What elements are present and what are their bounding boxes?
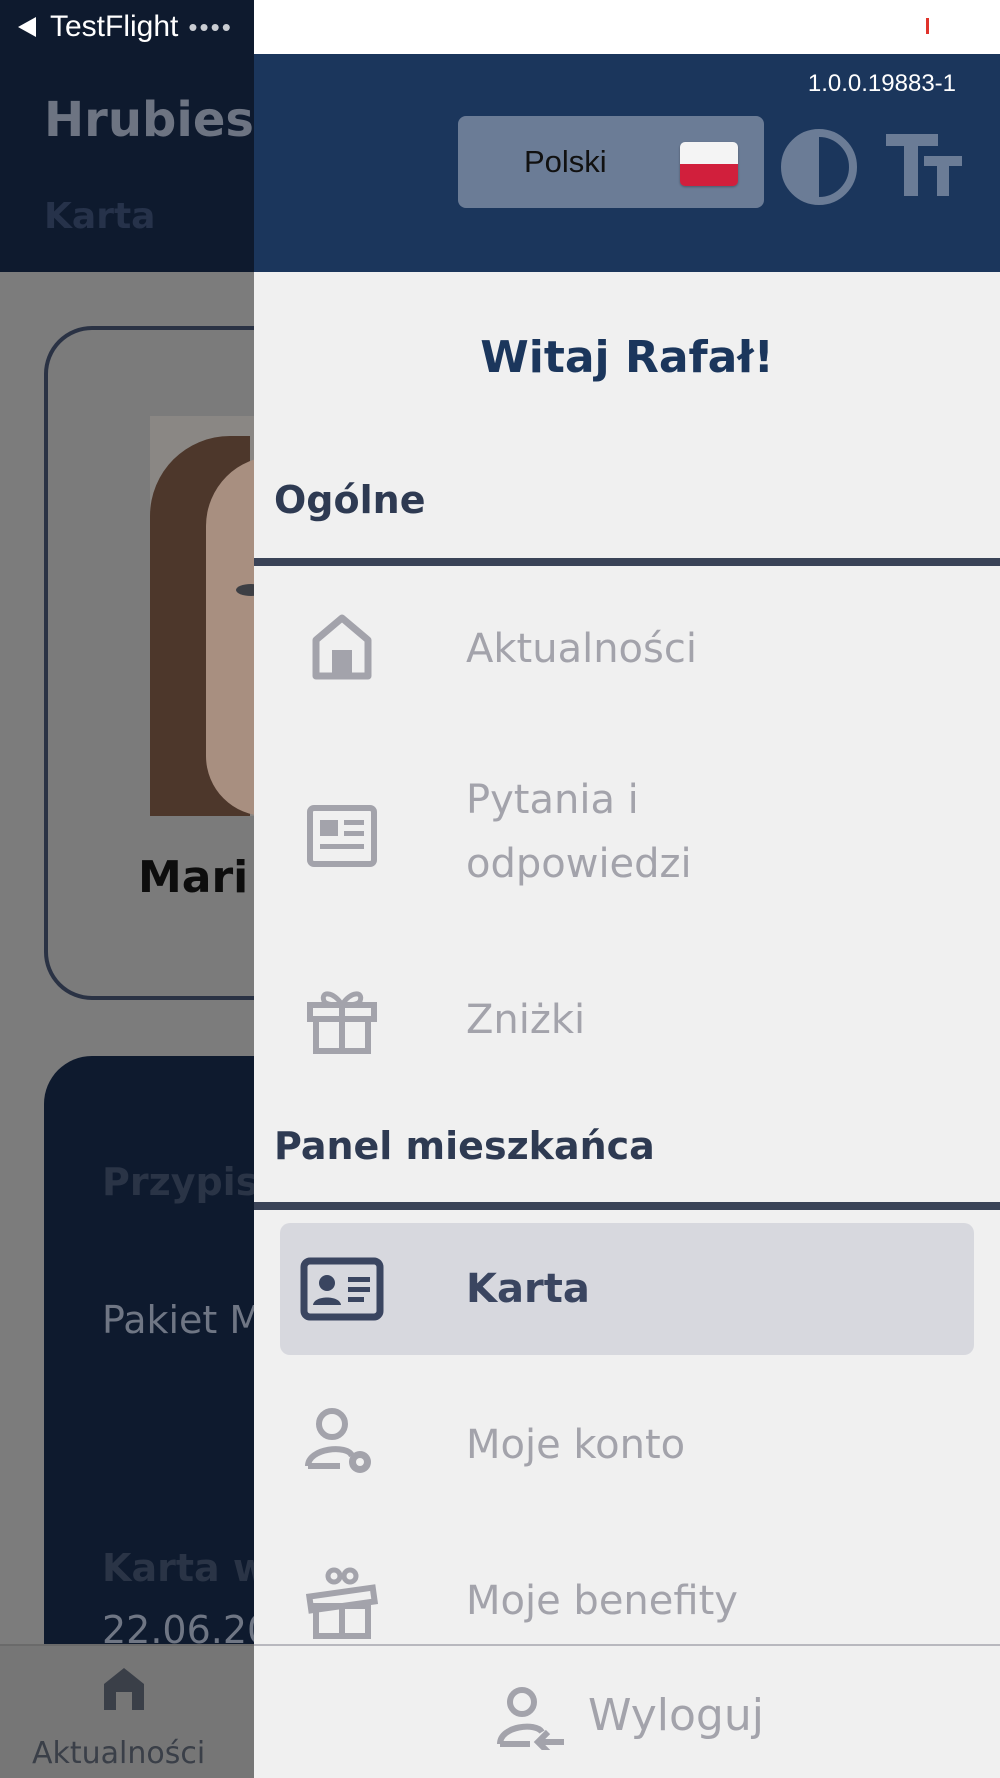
section-resident-title: Panel mieszkańca <box>274 1124 655 1168</box>
status-app-name: TestFlight <box>50 10 179 43</box>
menu-label-benefits: Moje benefity <box>466 1578 738 1624</box>
background-page-title: Hrubiesz <box>44 92 282 148</box>
menu-item-faq[interactable]: Pytania i odpowiedzi <box>254 760 1000 910</box>
menu-label-news: Aktualności <box>466 626 697 672</box>
section-divider <box>254 1202 1000 1210</box>
gift-icon <box>307 991 377 1054</box>
side-drawer: 1.0.0.19883-1 Polski Witaj Rafał! Ogólne… <box>254 0 1000 1778</box>
logout-label: Wyloguj <box>588 1690 764 1741</box>
menu-label-account: Moje konto <box>466 1422 686 1468</box>
background-page-subtitle: Karta <box>44 196 156 237</box>
language-label: Polski <box>524 144 607 179</box>
menu-label-faq-line2: odpowiedzi <box>466 841 692 887</box>
greeting-title: Witaj Rafał! <box>480 332 774 383</box>
signal-icon: •••• <box>188 11 233 42</box>
logout-button[interactable]: Wyloguj <box>254 1644 1000 1778</box>
background-info-value: Pakiet M <box>102 1298 263 1342</box>
home-icon <box>104 1668 144 1710</box>
poland-flag-icon <box>680 142 738 186</box>
newspaper-icon <box>307 805 377 867</box>
home-icon <box>312 614 372 680</box>
contrast-icon[interactable] <box>780 128 858 206</box>
id-card-icon <box>300 1257 384 1321</box>
menu-item-card[interactable]: Karta <box>280 1223 974 1355</box>
text-size-icon[interactable] <box>884 130 964 202</box>
user-logout-icon <box>497 1687 564 1750</box>
language-selector[interactable]: Polski <box>458 116 764 208</box>
section-general-title: Ogólne <box>274 478 426 522</box>
menu-label-discounts: Zniżki <box>466 997 586 1043</box>
back-arrow-icon <box>18 17 36 37</box>
menu-item-news[interactable]: Aktualności <box>254 584 1000 714</box>
menu-item-account[interactable]: Moje konto <box>254 1380 1000 1510</box>
user-gear-icon <box>305 1408 371 1473</box>
menu-label-card: Karta <box>466 1266 590 1312</box>
profile-photo <box>150 416 270 816</box>
background-info-label: Przypis <box>102 1160 259 1204</box>
drawer-status-bar <box>254 0 1000 54</box>
status-back-to-app[interactable]: TestFlight •••• <box>18 10 233 44</box>
gift-open-icon <box>305 1567 379 1639</box>
background-profile-name: Mari <box>138 852 249 903</box>
app-version: 1.0.0.19883-1 <box>807 70 956 97</box>
menu-item-discounts[interactable]: Zniżki <box>254 955 1000 1085</box>
menu-label-faq-line1: Pytania i <box>466 777 639 823</box>
battery-icon <box>926 18 929 34</box>
section-divider <box>254 558 1000 566</box>
background-tab-label[interactable]: Aktualności <box>32 1736 205 1771</box>
drawer-header: 1.0.0.19883-1 Polski <box>254 54 1000 272</box>
background-info-label-2: Karta w <box>102 1546 268 1590</box>
